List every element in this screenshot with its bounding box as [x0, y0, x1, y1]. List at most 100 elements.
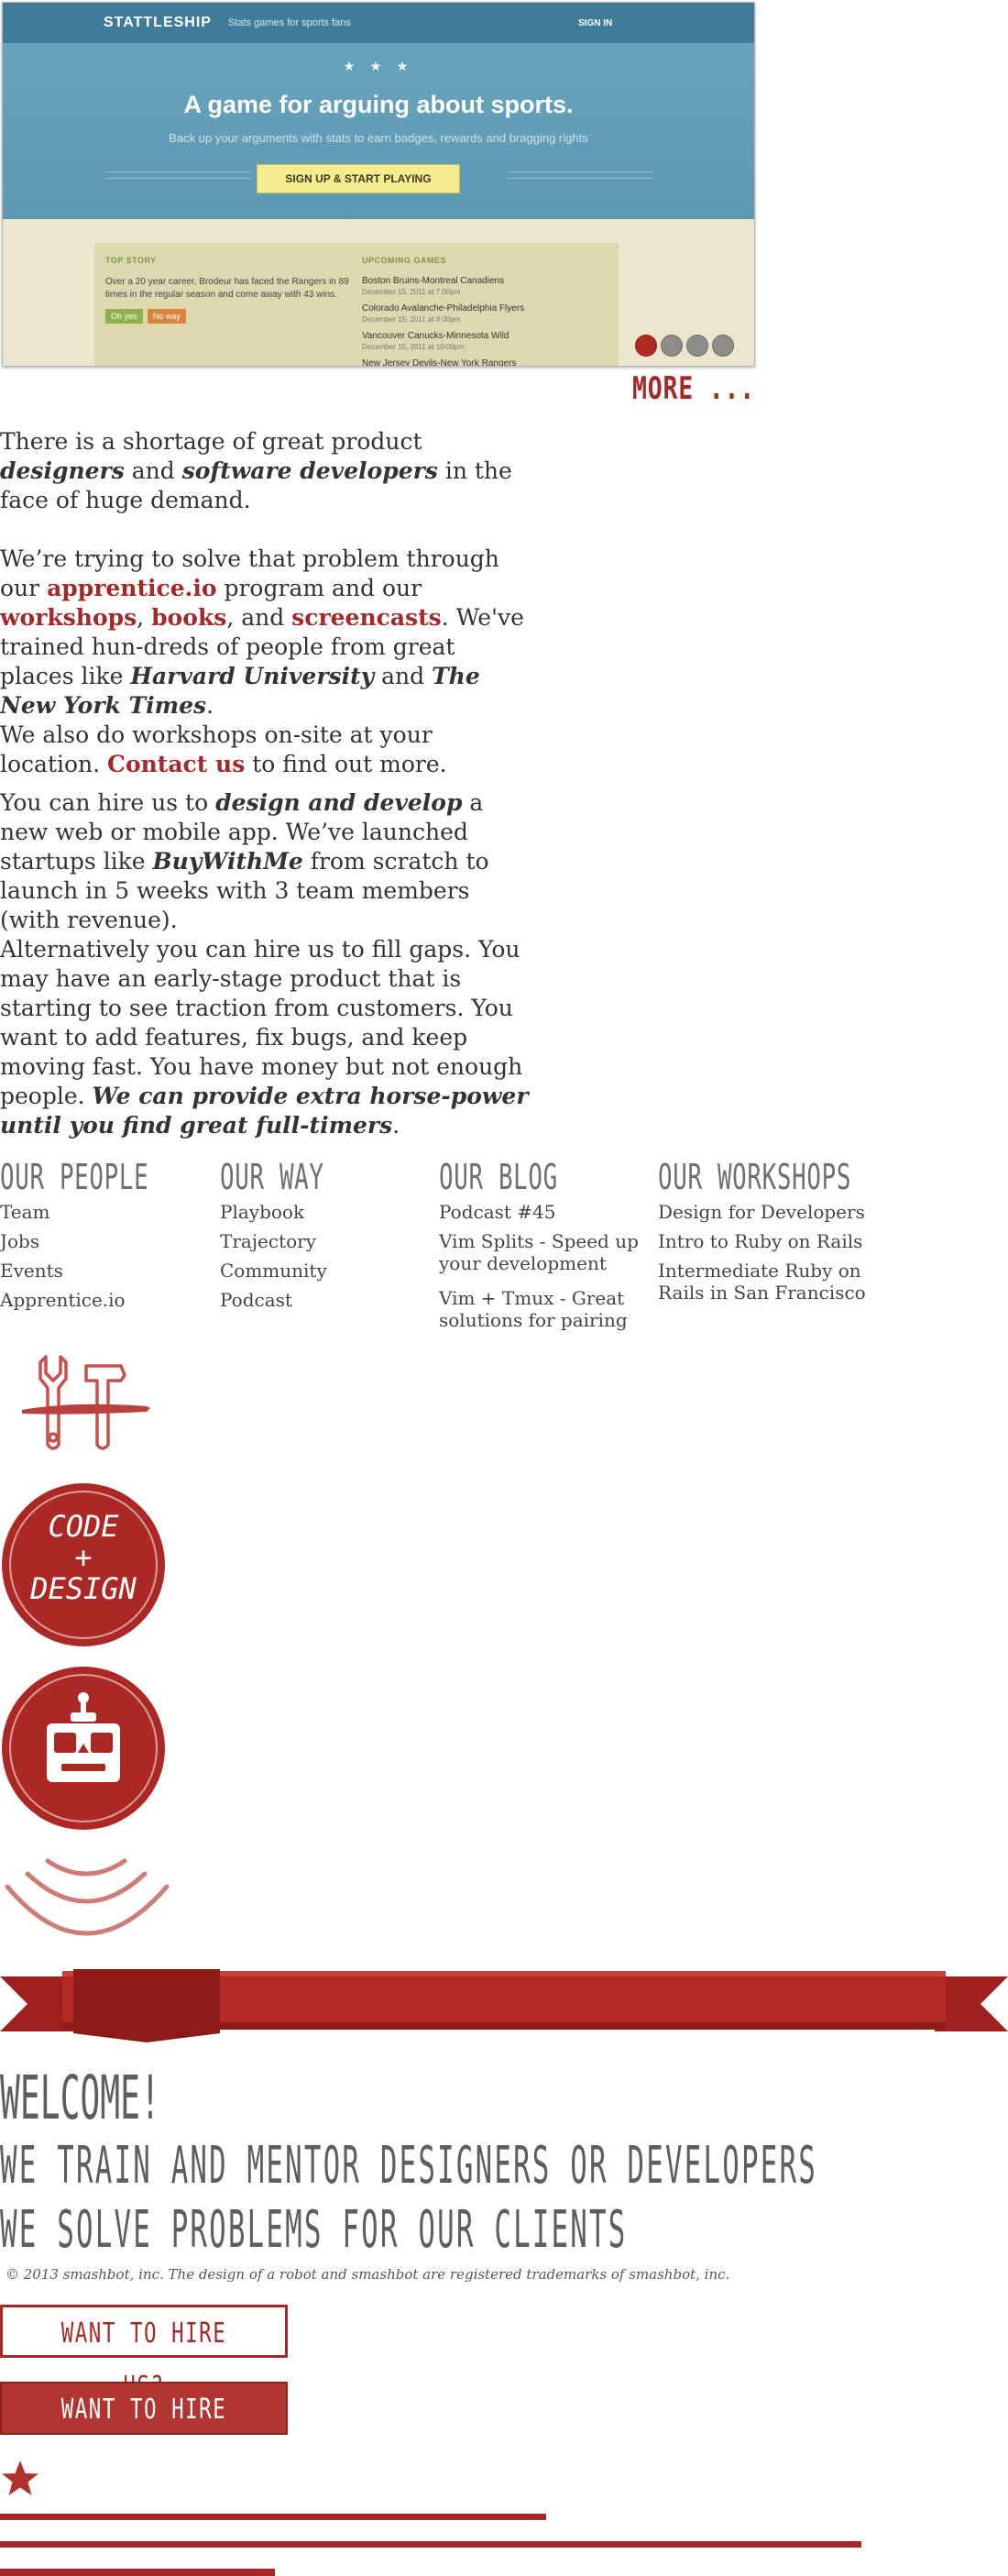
train-tagline: WE TRAIN AND MENTOR DESIGNERS OR DEVELOP… [0, 2136, 817, 2196]
carousel-dot[interactable] [661, 335, 683, 357]
blog-post-link[interactable]: Vim Splits - Speed up your development [439, 1230, 639, 1274]
playbook-link[interactable]: Playbook [220, 1201, 304, 1223]
solve-tagline: WE SOLVE PROBLEMS FOR OUR CLIENTS [0, 2200, 628, 2260]
list-item[interactable]: Playbook [220, 1201, 431, 1223]
list-item[interactable]: Vim Splits - Speed up your development [439, 1230, 650, 1274]
screencasts-link[interactable]: screencasts [291, 604, 442, 631]
text: to find out more. [245, 751, 447, 777]
hero-navbar: STATTLESHIP Stats games for sports fans … [3, 3, 754, 43]
jobs-link[interactable]: Jobs [0, 1230, 39, 1252]
apprentice-io-link[interactable]: Apprentice.io [0, 1289, 126, 1311]
more-link[interactable]: MORE ... [632, 370, 755, 407]
our-workshops-heading: OUR WORKSHOPS [658, 1157, 852, 1197]
text: , [137, 604, 152, 631]
signal-waves-icon [5, 1858, 170, 1936]
text: , and [226, 604, 292, 631]
badge-text: CODE + DESIGN [2, 1511, 165, 1604]
text-emphasis: Harvard University [130, 663, 375, 689]
apprentice-link[interactable]: apprentice.io [47, 575, 216, 601]
welcome-heading: WELCOME! [0, 2063, 160, 2133]
game-item[interactable]: Boston Bruins-Montreal Canadiens December… [362, 276, 609, 296]
robot-icon [47, 1692, 120, 1782]
game-date: December 15, 2011 at 10:00pm [362, 343, 465, 351]
list-item[interactable]: Apprentice.io [0, 1289, 211, 1311]
game-teams: Boston Bruins-Montreal Canadiens [362, 276, 505, 286]
hire-us-outline-button[interactable]: WANT TO HIRE US? [0, 2305, 288, 2403]
text-emphasis: design and develop [215, 789, 463, 816]
list-item[interactable]: Trajectory [220, 1230, 431, 1252]
workshop-link[interactable]: Intermediate Ruby on Rails in San Franci… [658, 1260, 866, 1304]
vote-no-button[interactable]: No way [148, 309, 187, 324]
our-people-heading: OUR PEOPLE [0, 1157, 149, 1197]
carousel-dot[interactable] [712, 335, 734, 357]
events-link[interactable]: Events [0, 1260, 63, 1282]
game-date: December 15, 2011 at 7:00pm [362, 288, 461, 296]
our-blog-heading: OUR BLOG [439, 1157, 558, 1197]
hero-info-panel: TOP STORY Over a 20 year career, Brodeur… [94, 243, 619, 366]
signup-button[interactable]: SIGN UP & START PLAYING [257, 164, 460, 193]
ribbon-banner [0, 1969, 1008, 2042]
list-item[interactable]: Vim + Tmux - Great solutions for pairing [439, 1287, 650, 1331]
hero-screenshot[interactable]: STATTLESHIP Stats games for sports fans … [2, 2, 755, 367]
carousel-dot[interactable] [635, 335, 657, 357]
robot-badge [2, 1667, 165, 1830]
our-blog-list: Podcast #45 Vim Splits - Speed up your d… [439, 1201, 650, 1338]
hire-us-filled-button[interactable]: WANT TO HIRE US? [0, 2382, 288, 2479]
game-date: December 15, 2011 at 8:00pm [362, 315, 461, 324]
podcast-link[interactable]: Podcast [220, 1289, 292, 1311]
hero-banner: STATTLESHIP Stats games for sports fans … [3, 3, 754, 219]
onsite-paragraph: We also do workshops on-site at your loc… [0, 721, 531, 779]
contact-link[interactable]: Contact us [107, 751, 245, 777]
text-emphasis: software developers [181, 457, 438, 484]
hero-tagline: Stats games for sports fans [228, 17, 351, 28]
list-item[interactable]: Podcast #45 [439, 1201, 650, 1223]
hero-signin-link[interactable]: SIGN IN [578, 18, 612, 28]
carousel-dot[interactable] [686, 335, 708, 357]
game-teams: Vancouver Canucks-Minnesota Wild [362, 331, 509, 341]
wrench-hammer-brush-icon [22, 1355, 150, 1450]
list-item[interactable]: Intro to Ruby on Rails [658, 1230, 887, 1252]
our-way-list: Playbook Trajectory Community Podcast [220, 1201, 431, 1318]
list-item[interactable]: Design for Developers [658, 1201, 887, 1223]
game-item[interactable]: Vancouver Canucks-Minnesota Wild December… [362, 331, 609, 351]
hire-paragraph: You can hire us to design and develop a … [0, 788, 531, 935]
community-link[interactable]: Community [220, 1260, 327, 1282]
vote-yes-button[interactable]: Oh yes [105, 309, 143, 324]
our-workshops-list: Design for Developers Intro to Ruby on R… [658, 1201, 887, 1311]
list-item[interactable]: Intermediate Ruby on Rails in San Franci… [658, 1260, 887, 1304]
list-item[interactable]: Jobs [0, 1230, 211, 1252]
game-item[interactable]: New Jersey Devils-New York Rangers [362, 358, 609, 366]
text-emphasis: designers [0, 457, 125, 484]
text: There is a shortage of great product [0, 428, 422, 455]
list-item[interactable]: Events [0, 1260, 211, 1282]
divider [0, 2541, 861, 2548]
game-item[interactable]: Colorado Avalanche-Philadelphia Flyers De… [362, 303, 609, 324]
workshop-link[interactable]: Design for Developers [658, 1201, 865, 1223]
list-item[interactable]: Podcast [220, 1289, 431, 1311]
button-label: WANT TO HIRE US? [60, 2394, 227, 2479]
hero-brand[interactable]: STATTLESHIP [104, 15, 212, 31]
badge-line: CODE [48, 1509, 119, 1544]
top-story-text: Over a 20 year career, Brodeur has faced… [105, 277, 349, 300]
game-teams: Colorado Avalanche-Philadelphia Flyers [362, 303, 525, 314]
text: and [124, 457, 182, 484]
workshops-link[interactable]: workshops [0, 604, 137, 631]
blog-post-link[interactable]: Vim + Tmux - Great solutions for pairing [439, 1287, 628, 1331]
team-link[interactable]: Team [0, 1201, 50, 1223]
gaps-paragraph: Alternatively you can hire us to fill ga… [0, 935, 531, 1140]
list-item[interactable]: Team [0, 1201, 211, 1223]
list-item[interactable]: Community [220, 1260, 431, 1282]
workshop-link[interactable]: Intro to Ruby on Rails [658, 1230, 862, 1252]
divider [0, 2569, 275, 2576]
hero-headline: A game for arguing about sports. [183, 91, 574, 118]
trajectory-link[interactable]: Trajectory [220, 1230, 316, 1252]
books-link[interactable]: books [151, 604, 226, 631]
our-people-list: Team Jobs Events Apprentice.io [0, 1201, 211, 1318]
stars-icon: ★ ★ ★ [343, 60, 414, 74]
text: . [206, 692, 214, 719]
blog-post-link[interactable]: Podcast #45 [439, 1201, 555, 1223]
text: program and our [216, 575, 422, 601]
our-way-heading: OUR WAY [220, 1157, 324, 1197]
divider [0, 2514, 546, 2520]
code-design-badge: CODE + DESIGN [2, 1483, 165, 1646]
